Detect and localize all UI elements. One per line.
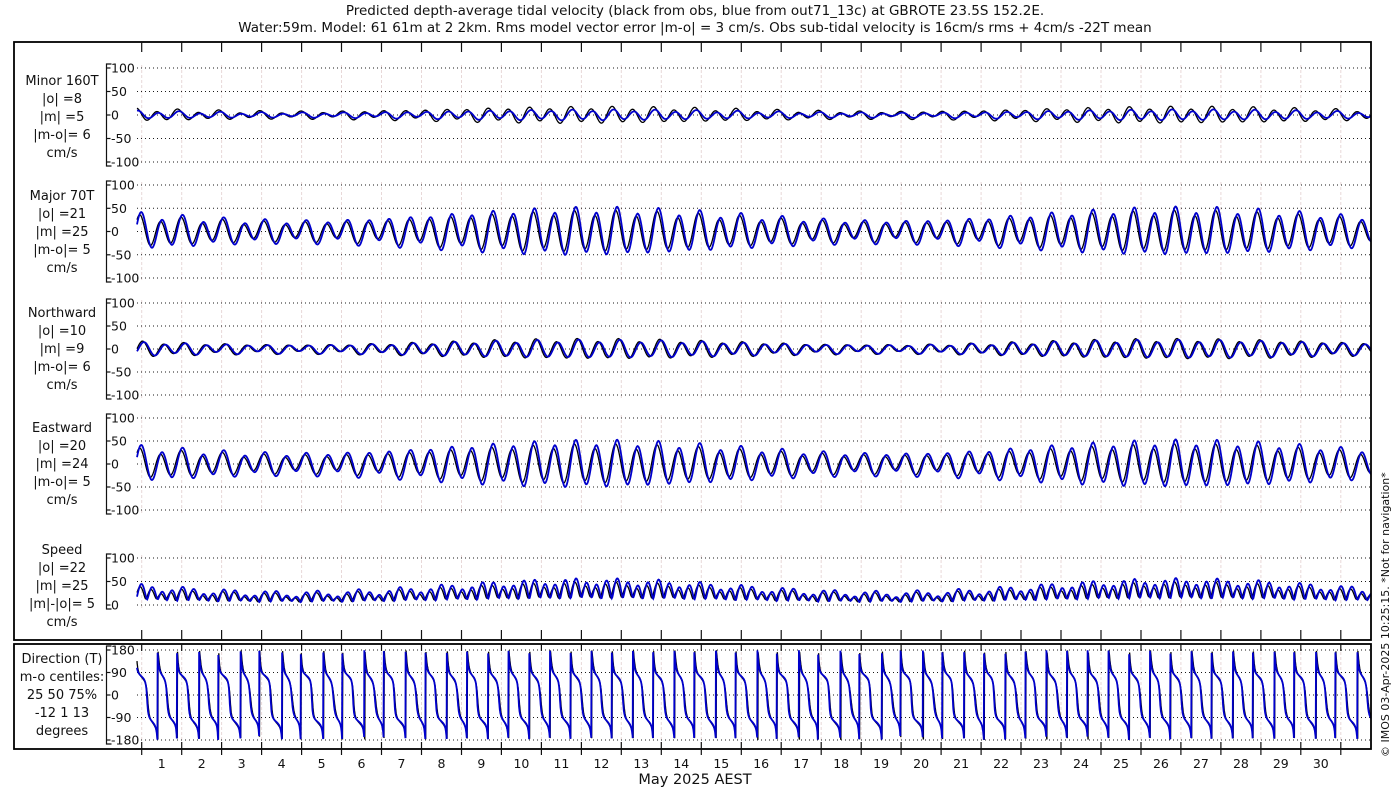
x-tick-label: 9 (477, 756, 485, 771)
y-tick-label: -180 (111, 733, 139, 748)
panel-direction: 180900-90-180Direction (T)m-o centiles:2… (20, 643, 1372, 748)
x-tick-label: 6 (358, 756, 366, 771)
upper-frame (13, 41, 1372, 641)
panel-label-line: |m| =25 (36, 225, 89, 240)
panel-label-line: m-o centiles: (20, 670, 105, 685)
x-tick-label: 17 (793, 756, 809, 771)
x-tick-label: 26 (1153, 756, 1169, 771)
x-tick-label: 2 (198, 756, 206, 771)
y-tick-label: 50 (111, 84, 127, 99)
x-tick-label: 20 (913, 756, 929, 771)
panel-label-line: Northward (28, 306, 96, 321)
panel-label-line: Speed (42, 543, 83, 558)
y-tick-label: 100 (111, 61, 135, 76)
y-tick-label: -50 (111, 365, 131, 380)
x-tick-label: 29 (1273, 756, 1289, 771)
tidal-velocity-plot-page: Predicted depth-average tidal velocity (… (0, 0, 1400, 800)
panel-label-line: cm/s (47, 261, 78, 276)
panel-label-line: |m-o|= 6 (33, 128, 91, 143)
panel-major: 100 50 0 -50 -100 Major 70T |o| =21 |m| =25 |m-o… (30, 178, 1372, 286)
panel-label-line: cm/s (47, 615, 78, 630)
y-tick-label: -50 (111, 480, 131, 495)
x-tick-label: 1 (158, 756, 166, 771)
y-tick-label: -50 (111, 131, 131, 146)
panel-label-line: cm/s (47, 146, 78, 161)
panel-label-line: |m| =24 (36, 457, 89, 472)
x-tick-label: 18 (833, 756, 849, 771)
y-tick-label: 0 (111, 688, 119, 703)
y-tick-label: 50 (111, 574, 127, 589)
y-tick-label: -100 (111, 155, 139, 170)
panel-label-line: cm/s (47, 493, 78, 508)
panel-label-line: Eastward (32, 421, 92, 436)
x-tick-label: 25 (1113, 756, 1129, 771)
x-axis-label: May 2025 AEST (638, 772, 752, 788)
x-tick-label: 5 (318, 756, 326, 771)
panel-label-line: degrees (36, 724, 89, 739)
imos-watermark: © IMOS 03-Apr-2025 10:25:15. *Not for na… (1379, 472, 1392, 757)
panel-label-line: |o| =20 (38, 439, 86, 454)
x-tick-label: 16 (753, 756, 769, 771)
panel-label-line: |m| =25 (36, 579, 89, 594)
x-tick-label: 21 (953, 756, 969, 771)
panel-label-line: |m-o|= 6 (33, 360, 91, 375)
x-tick-label: 19 (873, 756, 889, 771)
y-tick-label: 50 (111, 201, 127, 216)
panel-label-line: |o| =22 (38, 561, 86, 576)
x-tick-label: 3 (238, 756, 246, 771)
y-tick-label: -90 (111, 710, 131, 725)
y-tick-label: 50 (111, 319, 127, 334)
panel-speed: 100 50 0 Speed |o| =22 |m| =25 |m|-|o|= 5 cm/s (29, 543, 1372, 630)
y-tick-label: 100 (111, 551, 135, 566)
x-tick-label: 23 (1033, 756, 1049, 771)
x-tick-label: 27 (1193, 756, 1209, 771)
x-tick-label: 10 (513, 756, 529, 771)
x-tick-label: 11 (553, 756, 569, 771)
panel-label-line: |o| =10 (38, 324, 86, 339)
panel-label-line: |m-o|= 5 (33, 475, 91, 490)
y-tick-label: -50 (111, 247, 131, 262)
panel-label-line: |m-o|= 5 (33, 243, 91, 258)
y-tick-label: 0 (111, 457, 119, 472)
y-tick-label: 90 (111, 665, 127, 680)
x-tick-label: 28 (1233, 756, 1249, 771)
y-tick-label: 100 (111, 296, 135, 311)
x-tick-label: 14 (673, 756, 689, 771)
y-tick-label: -100 (111, 388, 139, 403)
x-tick-label: 13 (633, 756, 649, 771)
y-tick-label: 0 (111, 342, 119, 357)
y-tick-label: -100 (111, 271, 139, 286)
x-tick-label: 12 (593, 756, 609, 771)
panel-label-line: Minor 160T (25, 74, 98, 89)
panel-northward: 100 50 0 -50 -100 Northward |o| =10 |m| =9 |m-o|… (28, 296, 1372, 403)
panel-label-line: |o| =8 (42, 92, 82, 107)
panel-label-line: |m|-|o|= 5 (29, 597, 95, 612)
panel-label-line: Major 70T (30, 189, 95, 204)
y-tick-label: 0 (111, 108, 119, 123)
y-tick-label: 0 (111, 224, 119, 239)
x-tick-label: 22 (993, 756, 1009, 771)
x-tick-label: 15 (713, 756, 729, 771)
panel-eastward: 100 50 0 -50 -100 Eastward |o| =20 |m| =24 |m-o|… (32, 411, 1372, 518)
y-tick-label: 50 (111, 434, 127, 449)
panel-label-line: |m| =5 (40, 110, 85, 125)
y-tick-label: 0 (111, 598, 119, 613)
x-tick-label: 30 (1313, 756, 1329, 771)
panel-label-line: |o| =21 (38, 207, 86, 222)
panel-label-line: -12 1 13 (35, 706, 89, 721)
panel-label-line: cm/s (47, 378, 78, 393)
x-tick-label: 8 (438, 756, 446, 771)
panel-label-line: Direction (T) (22, 652, 103, 667)
y-tick-label: 100 (111, 411, 135, 426)
panel-label-line: |m| =9 (40, 342, 85, 357)
x-tick-label: 7 (398, 756, 406, 771)
panel-minor: 100 50 0 -50 -100 Minor 160T |o| =8 |m| =5 |m-o|… (25, 61, 1372, 170)
y-tick-label: -100 (111, 503, 139, 518)
y-tick-label: 100 (111, 178, 135, 193)
x-tick-label: 24 (1073, 756, 1089, 771)
tidal-plot-canvas: 100500-50-100Minor 160T|o| =8|m| =5|m-o|… (13, 41, 1372, 771)
panel-label-line: 25 50 75% (27, 688, 97, 703)
x-tick-label: 4 (278, 756, 286, 771)
